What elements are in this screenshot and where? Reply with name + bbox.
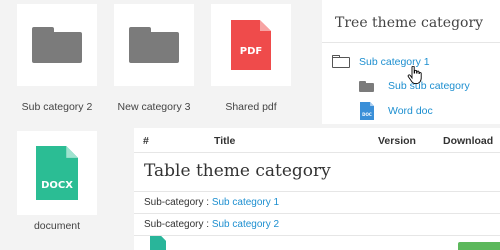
tree-title: Tree theme category	[335, 15, 484, 31]
column-header-title: Title	[214, 135, 236, 147]
tree-item-label[interactable]: Word doc	[388, 105, 433, 117]
folder-icon	[32, 27, 82, 63]
folder-icon	[129, 27, 179, 63]
grid-tile-shared-pdf[interactable]: PDF	[211, 4, 291, 86]
table-row	[134, 235, 500, 250]
table-row: Sub-category : Sub category 1	[134, 191, 500, 213]
pdf-badge: PDF	[239, 46, 263, 57]
hand-cursor-icon	[407, 66, 422, 84]
doc-badge: DOC	[362, 112, 372, 117]
column-header-number: #	[143, 135, 149, 147]
tree-theme-panel: Tree theme category Sub category 1 Sub s…	[322, 0, 500, 124]
table-header: # Title Version Download	[134, 128, 500, 153]
grid-tile-sub-category-2[interactable]	[17, 4, 97, 86]
download-button[interactable]	[458, 242, 500, 250]
folder-icon	[359, 80, 374, 92]
divider	[322, 42, 500, 43]
column-header-download: Download	[443, 135, 494, 147]
sub-category-link[interactable]: Sub category 1	[212, 197, 279, 208]
table-theme-panel: # Title Version Download Table theme cat…	[134, 128, 500, 250]
tree-item-word-doc[interactable]: DOC Word doc	[360, 102, 433, 120]
grid-tile-label[interactable]: Sub category 2	[7, 101, 107, 113]
column-header-version: Version	[378, 135, 416, 147]
grid-tile-new-category-3[interactable]	[114, 4, 194, 86]
grid-tile-label[interactable]: New category 3	[104, 101, 204, 113]
folder-outline-icon	[332, 55, 350, 68]
sub-category-link[interactable]: Sub category 2	[212, 219, 279, 230]
docx-file-icon: DOCX	[36, 146, 78, 200]
grid-tile-label[interactable]: document	[7, 220, 107, 232]
row-prefix: Sub-category :	[144, 197, 210, 208]
row-prefix: Sub-category :	[144, 219, 210, 230]
pdf-file-icon: PDF	[231, 20, 271, 70]
tree-item-label[interactable]: Sub sub category	[388, 80, 470, 92]
doc-file-icon: DOC	[360, 102, 374, 120]
grid-tile-label[interactable]: Shared pdf	[201, 101, 301, 113]
docx-badge: DOCX	[41, 180, 73, 191]
table-title: Table theme category	[144, 161, 331, 181]
grid-tile-document[interactable]: DOCX	[17, 131, 97, 215]
table-row: Sub-category : Sub category 2	[134, 213, 500, 235]
